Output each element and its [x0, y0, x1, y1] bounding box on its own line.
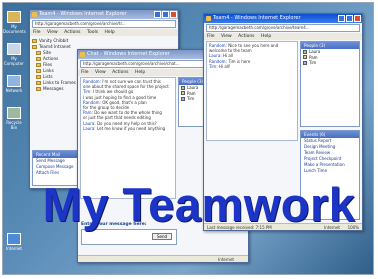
team-notes: Random: Nice to see you here and welcome…	[206, 41, 298, 141]
left-address-bar[interactable]: http://garagemacbeth.com/grove/archive/t…	[32, 20, 176, 28]
chat-line: Laura: Let me know if you need anything	[83, 125, 166, 131]
my-computer-icon[interactable]	[7, 43, 21, 55]
menu-view[interactable]: View	[221, 34, 232, 39]
internet-icon[interactable]	[7, 233, 21, 245]
close-button[interactable]	[170, 11, 177, 18]
person-row[interactable]: Tim	[301, 60, 359, 66]
event-item[interactable]: Lunch Time	[301, 168, 359, 174]
user-icon	[181, 85, 185, 90]
left-window-titlebar[interactable]: Team4 - Windows Internet Explorer	[30, 10, 178, 19]
menu-file[interactable]: File	[207, 34, 215, 39]
desktop-label: Network	[5, 88, 23, 93]
desktop-label: My Computer	[4, 56, 24, 66]
close-button[interactable]	[354, 15, 361, 22]
folder-icon	[36, 81, 41, 85]
folder-icon	[36, 69, 41, 73]
chat-window-title: Chat - Windows Internet Explorer	[87, 51, 170, 57]
folder-icon	[36, 87, 41, 91]
minimize-button[interactable]	[338, 15, 345, 22]
menu-help[interactable]: Help	[135, 70, 145, 75]
desktop-label: Internet	[6, 246, 22, 251]
events-header: Events (6)	[301, 131, 359, 138]
my-documents-icon[interactable]	[7, 11, 21, 23]
folder-icon	[36, 51, 41, 55]
menu-actions[interactable]: Actions	[64, 30, 80, 35]
team-window-title: Team4 - Windows Internet Explorer	[213, 15, 301, 21]
left-window-title: Team4 - Windows Internet Explorer	[39, 11, 127, 17]
menu-actions[interactable]: Actions	[238, 34, 254, 39]
network-icon[interactable]	[7, 75, 21, 87]
menu-tools[interactable]: Tools	[87, 30, 98, 35]
people-header: People (3)	[301, 42, 359, 49]
user-icon	[303, 60, 307, 65]
folder-icon	[36, 75, 41, 79]
menu-actions[interactable]: Actions	[112, 70, 128, 75]
menu-file[interactable]: File	[81, 70, 89, 75]
menu-help[interactable]: Help	[261, 34, 271, 39]
minimize-button[interactable]	[154, 11, 161, 18]
menu-file[interactable]: File	[33, 30, 41, 35]
user-icon	[181, 91, 185, 96]
folder-icon	[36, 63, 41, 67]
desktop-label: Recycle Bin	[6, 120, 22, 130]
team-window-titlebar[interactable]: Team4 - Windows Internet Explorer	[204, 14, 362, 23]
user-icon	[303, 49, 307, 54]
chat-statusbar: Internet	[78, 255, 248, 262]
note-line: Tim: Hi all!	[209, 63, 231, 69]
send-button[interactable]: Send	[152, 233, 172, 240]
team-people-box: People (3) Laura Pam Tim	[300, 41, 360, 127]
folder-icon	[36, 57, 41, 61]
menu-view[interactable]: View	[47, 30, 58, 35]
recycle-bin-icon[interactable]	[7, 107, 21, 119]
ie-icon	[80, 52, 85, 57]
zone-label: Internet	[218, 257, 234, 262]
maximize-button[interactable]	[346, 15, 353, 22]
ie-icon	[206, 16, 211, 21]
headline-title: My Teamwork	[42, 178, 356, 231]
folder-icon	[32, 39, 37, 43]
menu-help[interactable]: Help	[105, 30, 115, 35]
team-menubar: File View Actions Help	[204, 33, 362, 40]
folder-icon	[32, 45, 37, 49]
ie-icon	[32, 12, 37, 17]
desktop-label: My Documents	[3, 24, 26, 34]
user-icon	[181, 96, 185, 101]
maximize-button[interactable]	[162, 11, 169, 18]
menu-view[interactable]: View	[95, 70, 106, 75]
screenshot-frame: My Documents My Computer Network Recycle…	[2, 2, 374, 275]
user-icon	[303, 55, 307, 60]
team-address-bar[interactable]: http://garagemacbeth.com/grove/archive/t…	[206, 24, 360, 32]
left-menubar: File View Actions Tools Help	[30, 29, 178, 36]
